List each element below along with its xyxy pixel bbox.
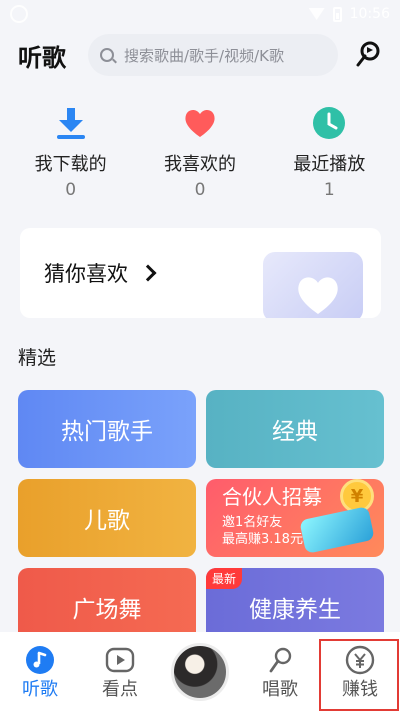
guess-label-wrap: 猜你喜欢 [44, 258, 157, 288]
tile-partner-recruit[interactable]: 合伙人招募 邀1名好友 最高赚3.18元 ¥ [206, 479, 384, 557]
quick-label-recent: 最近播放 [293, 154, 366, 175]
partner-title: 合伙人招募 [222, 485, 322, 510]
quick-item-favorites[interactable]: 我喜欢的 0 [145, 106, 255, 206]
top-header: 听歌 搜索歌曲/歌手/视频/K歌 [0, 32, 400, 78]
tab-label-listen: 听歌 [22, 678, 58, 700]
wifi-icon [308, 8, 325, 20]
tile-label: 热门歌手 [61, 419, 153, 445]
search-input[interactable]: 搜索歌曲/歌手/视频/K歌 [88, 34, 338, 76]
tab-label-watch: 看点 [102, 678, 138, 700]
status-app-icon [10, 5, 28, 23]
tile-classic[interactable]: 经典 [206, 390, 384, 468]
search-icon [100, 48, 114, 62]
guess-you-like-card[interactable]: 猜你喜欢 [20, 228, 381, 318]
play-icon [105, 645, 135, 675]
tile-label: 健康养生 [249, 597, 341, 623]
microphone-icon [265, 645, 295, 675]
quick-item-downloads[interactable]: 我下载的 0 [16, 106, 126, 206]
tile-hot-singers[interactable]: 热门歌手 [18, 390, 196, 468]
status-bar: 10:56 [0, 0, 400, 28]
quick-actions: 我下载的 0 我喜欢的 0 最近播放 1 [0, 106, 400, 206]
avatar [171, 642, 229, 701]
search-placeholder: 搜索歌曲/歌手/视频/K歌 [124, 46, 284, 65]
player-avatar-button[interactable] [160, 632, 240, 711]
tab-listen[interactable]: 听歌 [0, 645, 80, 699]
quick-label-downloads: 我下载的 [34, 154, 107, 175]
heart-decor-icon [295, 272, 341, 318]
tab-label-sing: 唱歌 [262, 678, 298, 700]
guess-label: 猜你喜欢 [44, 262, 128, 286]
tile-label: 广场舞 [72, 597, 142, 623]
download-icon [54, 106, 88, 140]
quick-count-recent: 1 [323, 180, 335, 200]
heart-icon [183, 106, 217, 140]
tile-label: 儿歌 [84, 508, 130, 534]
battery-icon [332, 6, 342, 22]
recognize-music-icon[interactable] [352, 39, 384, 71]
section-title-featured: 精选 [18, 347, 57, 369]
tile-kids-songs[interactable]: 儿歌 [18, 479, 196, 557]
tab-sing[interactable]: 唱歌 [240, 645, 320, 699]
clock-icon [312, 106, 346, 140]
page-title: 听歌 [18, 43, 66, 72]
status-right: 10:56 [308, 6, 390, 22]
quick-count-favorites: 0 [194, 180, 206, 200]
quick-count-downloads: 0 [65, 180, 77, 200]
highlight-box [319, 639, 399, 711]
quick-item-recent[interactable]: 最近播放 1 [274, 106, 384, 206]
tile-label: 经典 [272, 419, 318, 445]
status-time: 10:56 [349, 6, 390, 22]
tab-watch[interactable]: 看点 [80, 645, 160, 699]
new-badge: 最新 [206, 568, 243, 589]
chevron-right-icon [139, 264, 157, 282]
music-note-icon [25, 645, 55, 675]
quick-label-favorites: 我喜欢的 [163, 154, 236, 175]
